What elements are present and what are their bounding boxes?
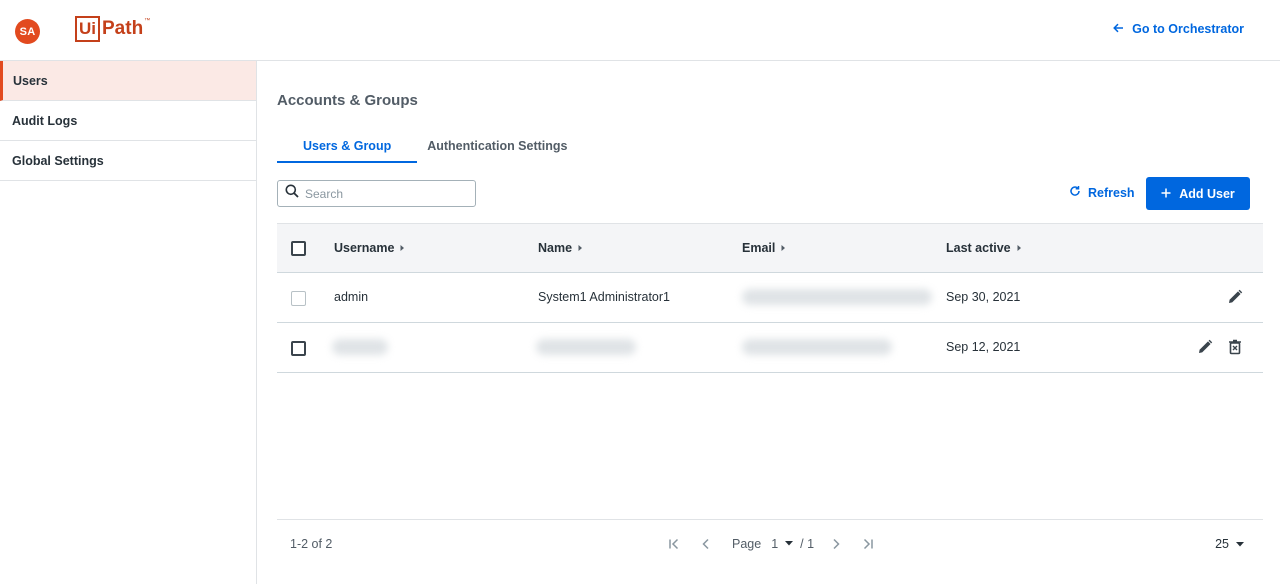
search-icon <box>285 184 299 203</box>
pagination: Page 1 / 1 <box>662 534 888 554</box>
sidebar-item-label: Users <box>13 73 48 88</box>
search-box <box>277 180 476 207</box>
delete-icon[interactable] <box>1228 339 1242 360</box>
previous-page-icon[interactable] <box>694 534 718 554</box>
arrow-left-icon <box>1113 22 1124 36</box>
row-checkbox[interactable] <box>291 341 306 356</box>
name-cell-redacted <box>536 339 636 355</box>
page-title: Accounts & Groups <box>277 92 418 109</box>
sidebar: Users Audit Logs Global Settings <box>0 61 257 584</box>
row-checkbox <box>291 291 306 306</box>
pagination-range: 1-2 of 2 <box>290 537 333 551</box>
edit-icon[interactable] <box>1227 289 1243 310</box>
add-user-label: Add User <box>1179 186 1235 201</box>
refresh-label: Refresh <box>1088 185 1135 200</box>
search-input[interactable] <box>305 186 465 201</box>
plus-icon <box>1161 187 1171 201</box>
sidebar-item-users[interactable]: Users <box>0 61 256 101</box>
table-header: Username Name Email Last active <box>277 223 1263 273</box>
main-content: Accounts & Groups Users & Group Authenti… <box>257 61 1280 584</box>
username-cell: admin <box>334 290 369 304</box>
users-table: Username Name Email Last active admin Sy… <box>277 223 1263 373</box>
uipath-logo: Ui Path ™ <box>75 16 150 44</box>
last-page-icon[interactable] <box>856 534 880 554</box>
last-active-cell: Sep 12, 2021 <box>946 340 1021 354</box>
tab-authentication-settings[interactable]: Authentication Settings <box>417 133 593 163</box>
page-label: Page <box>732 537 762 551</box>
chevron-down-icon <box>1235 537 1245 551</box>
tab-bar: Users & Group Authentication Settings <box>277 133 594 163</box>
select-all-checkbox[interactable] <box>291 241 306 256</box>
logo-box-text: Ui <box>75 16 100 42</box>
go-to-orchestrator-label: Go to Orchestrator <box>1132 22 1244 36</box>
sort-arrow-icon <box>400 241 405 255</box>
column-header-label: Email <box>742 241 776 255</box>
email-cell-redacted <box>742 339 892 355</box>
go-to-orchestrator-link[interactable]: Go to Orchestrator <box>1113 22 1244 36</box>
tab-users-and-group[interactable]: Users & Group <box>277 133 418 163</box>
sidebar-item-global-settings[interactable]: Global Settings <box>0 141 256 181</box>
sort-arrow-icon <box>1017 241 1022 255</box>
current-page: 1 <box>771 537 779 551</box>
table-row: Sep 12, 2021 <box>277 323 1263 373</box>
chevron-down-icon <box>782 537 796 551</box>
column-header-label: Last active <box>946 241 1011 255</box>
app-header: SA Ui Path ™ Go to Orchestrator <box>0 0 1280 61</box>
column-header-name[interactable]: Name <box>538 241 583 255</box>
logo-trademark: ™ <box>144 18 151 24</box>
add-user-button[interactable]: Add User <box>1146 177 1250 210</box>
column-header-last-active[interactable]: Last active <box>946 241 1022 255</box>
table-row: admin System1 Administrator1 Sep 30, 202… <box>277 273 1263 323</box>
sidebar-item-label: Audit Logs <box>12 113 78 128</box>
name-cell: System1 Administrator1 <box>538 290 670 304</box>
column-header-label: Name <box>538 241 573 255</box>
edit-icon[interactable] <box>1197 339 1213 360</box>
table-footer: 1-2 of 2 Page 1 / 1 25 <box>277 519 1263 567</box>
first-page-icon[interactable] <box>662 534 686 554</box>
column-header-email[interactable]: Email <box>742 241 786 255</box>
sort-arrow-icon <box>578 241 583 255</box>
sidebar-item-audit-logs[interactable]: Audit Logs <box>0 101 256 141</box>
email-cell-redacted <box>742 289 932 305</box>
last-active-cell: Sep 30, 2021 <box>946 290 1021 304</box>
username-cell-redacted <box>332 339 388 355</box>
next-page-icon[interactable] <box>824 534 848 554</box>
sidebar-item-label: Global Settings <box>12 153 104 168</box>
column-header-username[interactable]: Username <box>334 241 405 255</box>
page-size-value: 25 <box>1215 537 1229 551</box>
refresh-button[interactable]: Refresh <box>1069 185 1135 200</box>
logo-text: Path <box>102 18 144 39</box>
refresh-icon <box>1069 185 1081 200</box>
avatar[interactable]: SA <box>15 19 40 44</box>
sort-arrow-icon <box>781 241 786 255</box>
page-size-select[interactable]: 25 <box>1215 537 1245 551</box>
page-select[interactable]: 1 <box>771 537 796 551</box>
column-header-label: Username <box>334 241 395 255</box>
page-total: / 1 <box>800 537 815 551</box>
